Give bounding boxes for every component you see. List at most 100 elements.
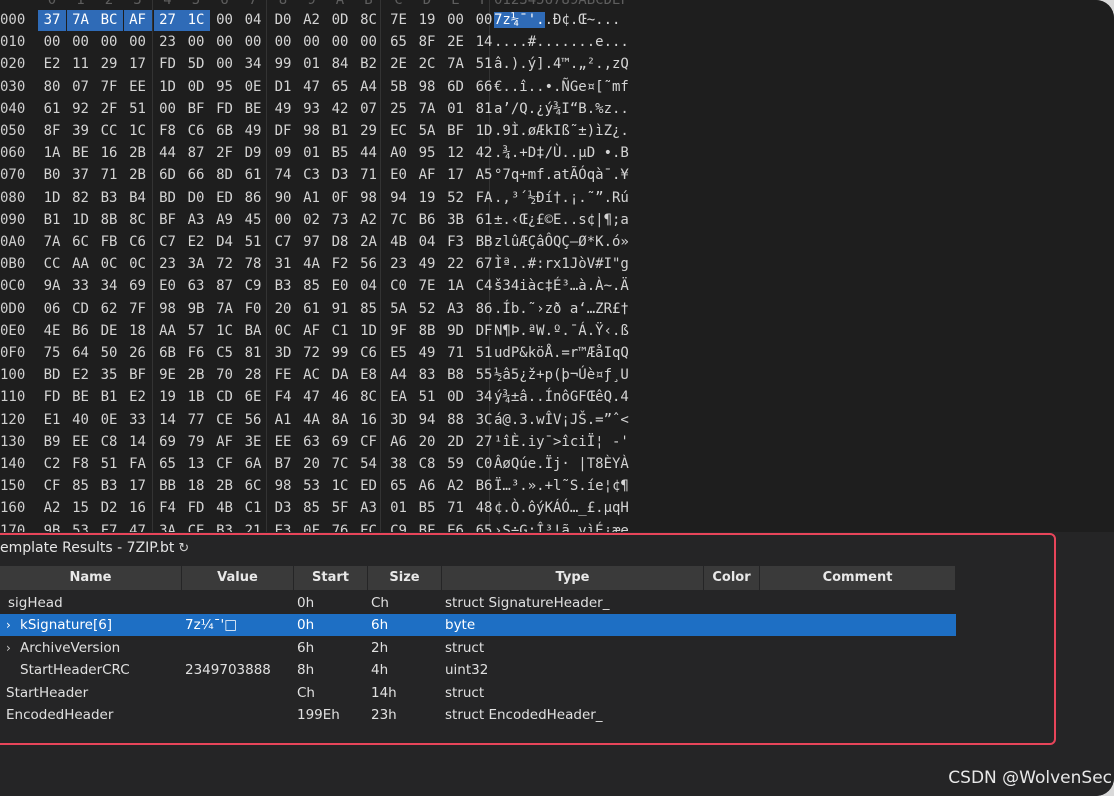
- hex-byte[interactable]: AF: [413, 165, 441, 186]
- hex-row[interactable]: 100 BD E2 35 BF 9E 2B 70 28 FE AC DA E8 A4 83 B8 55 ½â5¿ž…: [0, 365, 660, 387]
- hex-byte[interactable]: 00: [95, 32, 123, 53]
- hex-byte[interactable]: EE: [269, 432, 297, 453]
- hex-byte[interactable]: B0: [38, 165, 66, 186]
- hex-byte[interactable]: 0C: [95, 254, 123, 275]
- hex-byte[interactable]: 91: [326, 299, 354, 320]
- hex-byte[interactable]: B3: [211, 521, 239, 532]
- hex-byte[interactable]: F6: [182, 343, 210, 364]
- ascii-text[interactable]: á@.3.wÎV¡JŠ.=”ˆ<: [494, 412, 629, 428]
- hex-byte[interactable]: C1: [239, 498, 267, 519]
- hex-byte[interactable]: F0: [239, 299, 267, 320]
- hex-byte[interactable]: FB: [95, 232, 123, 253]
- hex-byte[interactable]: AA: [154, 321, 182, 342]
- hex-byte[interactable]: 0E: [95, 410, 123, 431]
- hex-byte[interactable]: 5D: [182, 54, 210, 75]
- hex-byte[interactable]: A3: [182, 210, 210, 231]
- hex-byte[interactable]: FD: [38, 387, 66, 408]
- hex-byte[interactable]: 19: [413, 188, 441, 209]
- hex-byte[interactable]: 63: [182, 276, 210, 297]
- hex-byte[interactable]: 7E: [385, 10, 413, 31]
- ascii-text[interactable]: .Íb.˜›zð a‘…ZR£†: [494, 301, 629, 317]
- hex-byte[interactable]: 9F: [385, 321, 413, 342]
- hex-byte[interactable]: 29: [355, 121, 383, 142]
- hex-byte[interactable]: F2: [326, 254, 354, 275]
- hex-byte[interactable]: 51: [413, 387, 441, 408]
- ascii-text[interactable]: .¾.+D‡/Ù..µD •.B: [494, 145, 629, 161]
- hex-byte[interactable]: 2F: [211, 143, 239, 164]
- ascii-text[interactable]: ÂøQúe.Ïj· |T8ÈYÀ: [494, 456, 629, 472]
- hex-byte[interactable]: E1: [38, 410, 66, 431]
- hex-byte[interactable]: 1C: [182, 10, 210, 31]
- hex-byte[interactable]: 14: [154, 410, 182, 431]
- hex-byte[interactable]: 8B: [95, 210, 123, 231]
- hex-byte[interactable]: 5A: [385, 299, 413, 320]
- hex-byte[interactable]: B2: [355, 54, 383, 75]
- hex-byte[interactable]: E0: [154, 276, 182, 297]
- hex-byte[interactable]: 0E: [239, 77, 267, 98]
- hex-byte[interactable]: 52: [413, 299, 441, 320]
- hex-byte[interactable]: 69: [124, 276, 152, 297]
- hex-byte[interactable]: 99: [326, 343, 354, 364]
- hex-byte[interactable]: 31: [269, 254, 297, 275]
- hex-byte[interactable]: 9A: [38, 276, 66, 297]
- hex-byte[interactable]: 23: [154, 32, 182, 53]
- hex-byte[interactable]: A6: [413, 476, 441, 497]
- hex-byte[interactable]: C6: [182, 121, 210, 142]
- row-name-cell[interactable]: EncodedHeader: [6, 704, 184, 726]
- ascii-text[interactable]: š34iàc‡É³…à.À~.Ä: [494, 278, 629, 294]
- hex-byte[interactable]: A3: [355, 498, 383, 519]
- hex-byte[interactable]: 25: [385, 99, 413, 120]
- ascii-text[interactable]: udP&köÅ.=r™ÆåIqQ: [494, 345, 629, 361]
- hex-byte[interactable]: 00: [182, 32, 210, 53]
- hex-byte[interactable]: E3: [269, 521, 297, 532]
- hex-byte[interactable]: 37: [38, 10, 66, 31]
- row-name-cell[interactable]: StartHeaderCRC: [6, 659, 184, 681]
- hex-byte[interactable]: 17: [124, 476, 152, 497]
- hex-byte[interactable]: 7A: [38, 232, 66, 253]
- hex-byte[interactable]: 7A: [66, 10, 95, 31]
- hex-byte[interactable]: 4B: [211, 498, 239, 519]
- hex-byte[interactable]: 0D: [182, 77, 210, 98]
- hex-byte[interactable]: 2E: [385, 54, 413, 75]
- hex-byte[interactable]: 50: [95, 343, 123, 364]
- hex-byte[interactable]: F7: [95, 521, 123, 532]
- hex-byte[interactable]: 6D: [442, 77, 470, 98]
- chevron-right-icon[interactable]: ›: [6, 637, 20, 659]
- hex-byte[interactable]: FD: [154, 54, 182, 75]
- hex-byte[interactable]: 98: [298, 121, 326, 142]
- hex-byte[interactable]: 20: [298, 454, 326, 475]
- hex-byte[interactable]: E0: [385, 165, 413, 186]
- hex-byte[interactable]: BF: [124, 365, 152, 386]
- hex-byte[interactable]: 56: [355, 254, 383, 275]
- hex-byte[interactable]: 38: [385, 454, 413, 475]
- hex-byte[interactable]: 81: [239, 343, 267, 364]
- hex-byte[interactable]: 0F: [298, 521, 326, 532]
- hex-byte[interactable]: 44: [355, 143, 383, 164]
- hex-byte[interactable]: 6E: [239, 387, 267, 408]
- hex-byte[interactable]: B9: [38, 432, 66, 453]
- hex-byte[interactable]: 85: [355, 299, 383, 320]
- hex-byte[interactable]: 34: [95, 276, 123, 297]
- ascii-text[interactable]: ....#.......e...: [494, 34, 629, 50]
- hex-byte[interactable]: 6C: [239, 476, 267, 497]
- hex-byte[interactable]: 04: [413, 232, 441, 253]
- hex-byte[interactable]: 8F: [413, 32, 441, 53]
- hex-byte[interactable]: 76: [326, 521, 354, 532]
- hex-byte[interactable]: 14: [124, 432, 152, 453]
- hex-byte[interactable]: C6: [124, 232, 152, 253]
- table-row[interactable]: EncodedHeader 199Eh 23h struct EncodedHeade…: [0, 704, 956, 726]
- hex-byte[interactable]: 71: [355, 165, 383, 186]
- hex-byte[interactable]: 4E: [38, 321, 66, 342]
- hex-byte[interactable]: C1: [326, 321, 354, 342]
- hex-byte[interactable]: BF: [182, 99, 210, 120]
- hex-byte[interactable]: 3D: [269, 343, 297, 364]
- hex-byte[interactable]: 0C: [269, 321, 297, 342]
- hex-byte[interactable]: 63: [298, 432, 326, 453]
- hex-byte[interactable]: DA: [326, 365, 354, 386]
- hex-byte[interactable]: 49: [239, 121, 267, 142]
- hex-byte[interactable]: 00: [269, 32, 297, 53]
- column-header-name[interactable]: Name: [0, 566, 182, 590]
- hex-byte[interactable]: 33: [124, 410, 152, 431]
- hex-byte[interactable]: 1D: [67, 210, 95, 231]
- hex-byte[interactable]: 86: [239, 188, 267, 209]
